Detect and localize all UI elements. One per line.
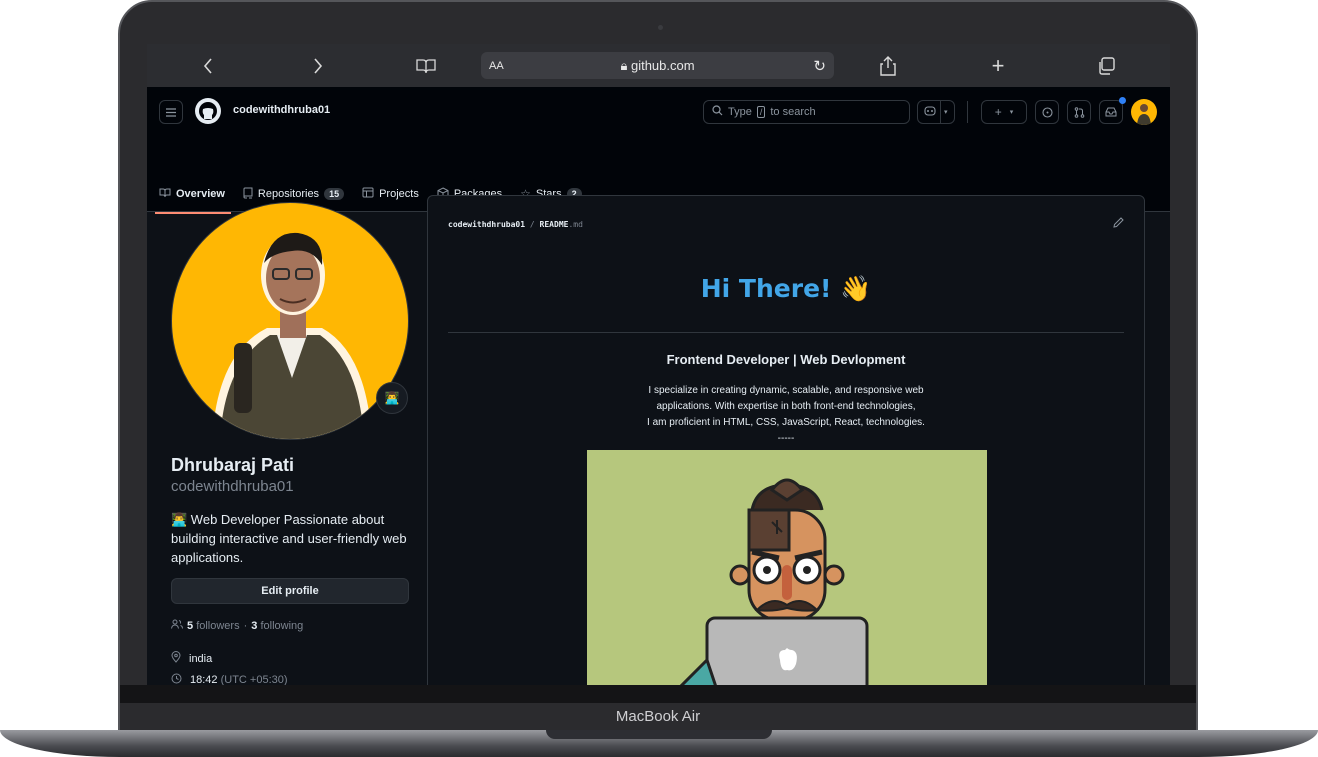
share-icon[interactable] [875,44,901,87]
separator: · [243,619,248,632]
repo-icon [243,187,253,202]
pencil-icon[interactable] [1113,217,1124,231]
followers-link[interactable]: 5 followers [187,620,240,632]
browser-toolbar: AA 🔒︎ github.com ↻ + [147,44,1170,87]
readme-card: codewithdhruba01 / README.md Hi There! 👋… [427,195,1145,685]
profile-location: india [171,651,212,666]
address-bar[interactable]: AA 🔒︎ github.com ↻ [481,52,834,79]
book-icon [159,187,171,201]
search-suffix: to search [770,106,816,118]
timezone-text: (UTC +05:30) [220,674,288,685]
reload-icon[interactable]: ↻ [813,57,826,75]
tab-overview[interactable]: Overview [155,182,231,214]
desc-line: applications. With expertise in both fro… [656,401,916,412]
chevron-left-icon[interactable] [195,44,221,87]
readme-path-file: README [539,220,569,229]
url-value: github.com [630,57,695,73]
status-emoji-button[interactable]: 👨‍💻 [376,382,408,414]
following-label: following [260,619,304,632]
table-icon [362,187,374,201]
bottom-bezel [120,685,1196,703]
search-prefix: Type [728,106,752,118]
create-new-button[interactable]: + ▾ [981,100,1027,124]
hamburger-menu-button[interactable] [159,100,183,124]
notification-dot [1119,97,1126,104]
following-link[interactable]: 3 following [251,620,303,632]
inbox-icon[interactable] [1099,100,1123,124]
time-text: 18:42 [190,674,218,685]
laptop-notch [546,730,772,739]
desc-line: I specialize in creating dynamic, scalab… [648,385,924,396]
readme-heading: Hi There! 👋 [700,274,872,303]
chevron-right-icon[interactable] [305,44,331,87]
camera [658,25,663,30]
copilot-button[interactable]: ▾ [917,100,955,124]
pull-requests-icon[interactable] [1067,100,1091,124]
readme-description: I specialize in creating dynamic, scalab… [428,383,1144,447]
github-logo-icon[interactable] [195,98,221,124]
readme-role: Frontend Developer | Web Devlopment [666,352,906,367]
tabs-icon[interactable] [1093,44,1119,87]
profile-avatar[interactable] [171,202,409,440]
tab-label: Projects [379,188,419,200]
follow-stats: 5 followers · 3 following [171,619,303,632]
lock-icon: 🔒︎ [620,57,631,73]
search-shortcut-key: / [756,106,766,118]
people-icon [171,619,183,632]
heading-rule [448,332,1124,333]
clock-icon [171,673,182,685]
header-username[interactable]: codewithdhruba01 [233,104,330,116]
screen: AA 🔒︎ github.com ↻ + codewithdhruba01 Ty… [147,44,1170,685]
readme-path-separator: / [529,220,535,229]
plus-icon: + [994,105,1002,119]
tab-projects[interactable]: Projects [362,182,419,206]
plus-icon[interactable]: + [985,44,1011,87]
url-text: 🔒︎ github.com [481,58,834,74]
profile-local-time: 18:42 (UTC +05:30) [171,673,288,685]
tab-label: Overview [176,188,225,200]
developer-illustration [587,450,987,685]
copilot-icon [924,105,936,119]
issues-icon[interactable] [1035,100,1059,124]
readme-path: codewithdhruba01 / README.md [448,220,583,229]
following-count: 3 [251,619,258,632]
chevron-down-icon: ▾ [1009,109,1014,116]
github-header: codewithdhruba01 Type / to search ▾ + ▾ [147,87,1170,214]
profile-name: Dhrubaraj Pati [171,455,295,475]
readme-path-user[interactable]: codewithdhruba01 [448,220,525,229]
book-icon[interactable] [413,44,439,87]
desc-divider: ----- [777,433,795,444]
user-avatar[interactable] [1131,99,1157,125]
search-input[interactable]: Type / to search [703,100,910,124]
device-label: MacBook Air [120,703,1196,730]
readme-path-ext: .md [568,220,583,229]
tab-label: Repositories [257,188,320,200]
header-divider [967,101,968,123]
desc-line: I am proficient in HTML, CSS, JavaScript… [647,417,925,428]
followers-label: followers [196,619,240,632]
location-text: india [189,652,213,665]
followers-count: 5 [187,619,194,632]
profile-bio: 👨‍💻 Web Developer Passionate about build… [171,512,407,565]
chevron-down-icon[interactable]: ▾ [944,108,948,116]
search-icon [712,105,723,119]
edit-profile-button[interactable]: Edit profile [171,578,409,604]
location-icon [171,651,181,666]
repo-count-badge: 15 [324,188,345,200]
profile-login: codewithdhruba01 [171,478,294,495]
